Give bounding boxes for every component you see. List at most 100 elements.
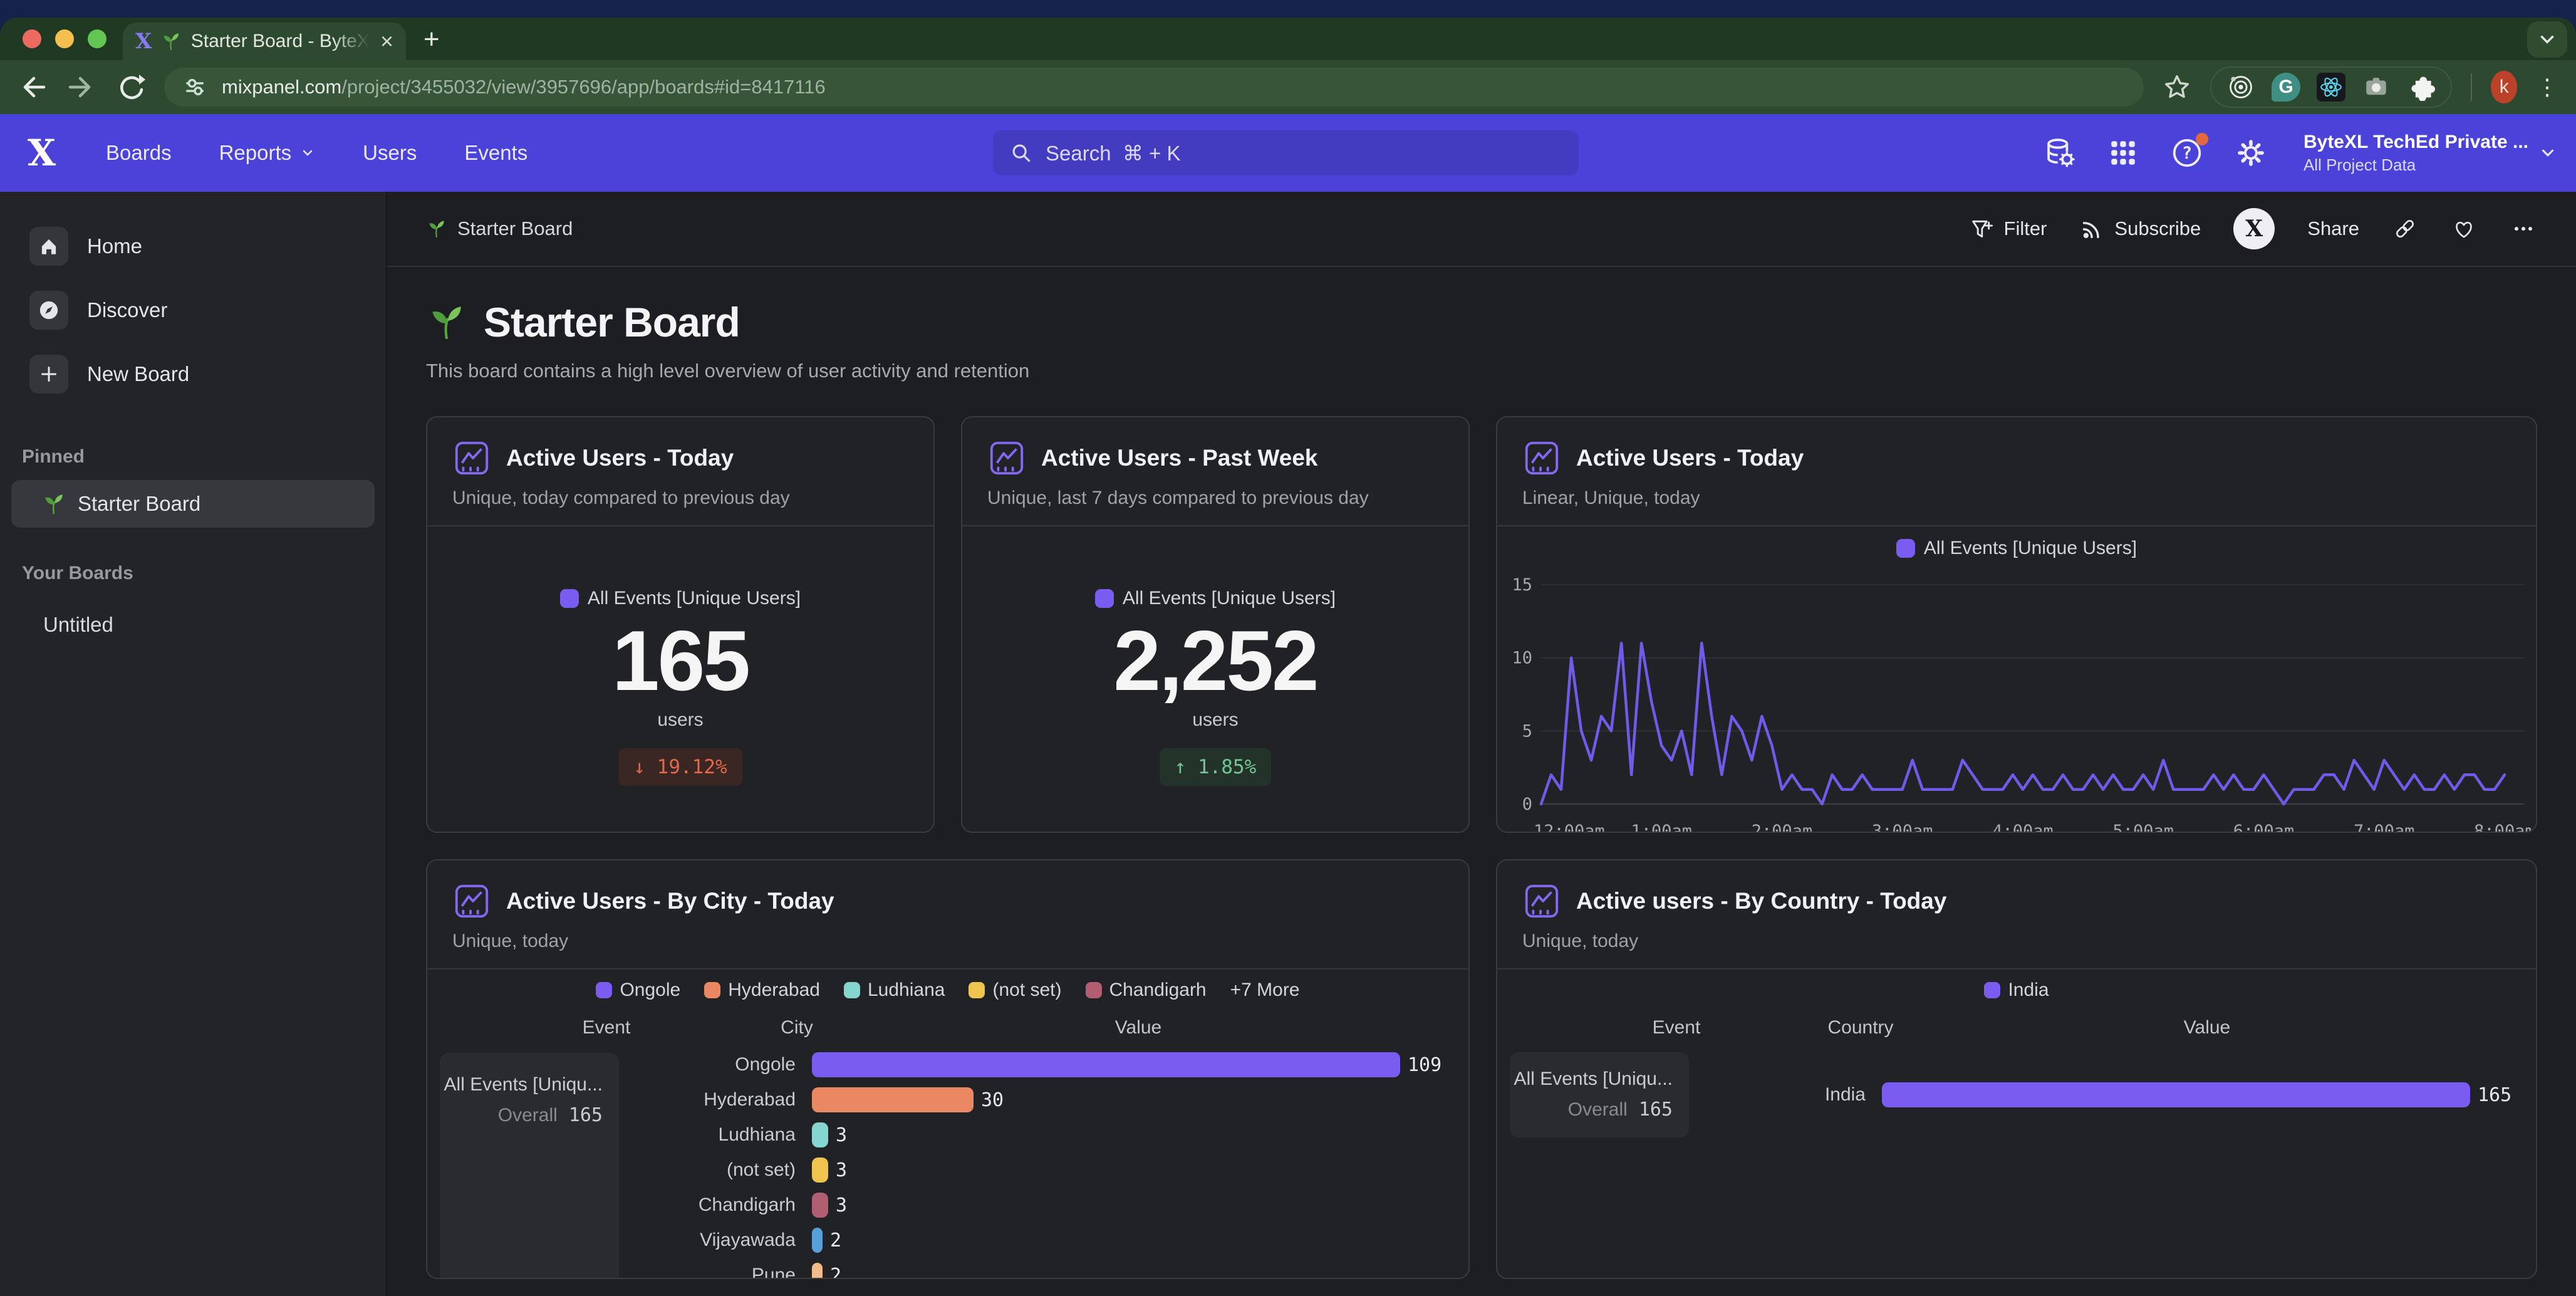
bar-value: 2 [830,1230,841,1252]
breadcrumb[interactable]: Starter Board [426,217,573,240]
back-button[interactable] [18,71,48,103]
bar-row[interactable]: Hyderabad30 [427,1082,1456,1117]
sidebar-item-new-board[interactable]: New Board [0,347,386,401]
bar-row[interactable]: Ludhiana3 [427,1117,1456,1152]
legend-label: All Events [Unique Users] [1924,538,2137,559]
bar-chart-body: India Event Country Value All Events [Un… [1497,980,2536,1279]
bar[interactable] [812,1263,823,1279]
mixpanel-favicon: X [135,29,152,54]
legend-item[interactable]: Ludhiana [844,980,945,1001]
bar-category-label: Ongole [427,1054,812,1075]
card-title: Active Users - Past Week [1041,445,1318,471]
close-window-button[interactable] [23,29,41,48]
bar[interactable] [812,1228,823,1253]
bar-row[interactable]: Ongole109 [427,1047,1456,1082]
bar-category-label: Chandigarh [427,1194,812,1216]
sidebar-item-starter-board[interactable]: Starter Board [11,480,375,528]
bar-category-label: Vijayawada [427,1230,812,1251]
rss-icon [2079,216,2104,241]
nav-users[interactable]: Users [363,141,417,165]
bar-rows: Ongole109Hyderabad30Ludhiana3(not set)3C… [427,1047,1456,1279]
share-button[interactable]: Share [2307,217,2359,240]
bar-rows: India165 [1497,1077,2523,1112]
bar-row[interactable]: India165 [1497,1077,2523,1112]
react-devtools-extension-icon[interactable] [2317,73,2345,102]
metric-unit: users [657,709,703,731]
tab-search-button[interactable] [2527,21,2567,58]
bar-value: 165 [2478,1084,2511,1106]
url-text: mixpanel.com/project/3455032/view/395769… [222,76,826,98]
address-bar[interactable]: mixpanel.com/project/3455032/view/395769… [164,68,2144,107]
board-owner-avatar[interactable]: X [2233,208,2275,249]
apps-grid-icon[interactable] [2106,135,2141,170]
metric-body[interactable]: All Events [Unique Users] 165 users ↓ 19… [427,526,933,833]
legend-item[interactable]: Chandigarh [1086,980,1207,1001]
sidebar-item-untitled[interactable]: Untitled [0,597,386,637]
screenshot-extension-icon[interactable] [2362,73,2391,102]
nav-reports[interactable]: Reports [219,141,316,165]
orbit-extension-icon[interactable] [2226,73,2255,102]
legend-label: Chandigarh [1109,980,1207,1001]
legend-label: All Events [Unique Users] [588,588,801,609]
bar[interactable] [812,1052,1400,1077]
metric-body[interactable]: All Events [Unique Users] 2,252 users ↑ … [962,526,1468,833]
bar-row[interactable]: Pune2 [427,1258,1456,1279]
copy-link-button[interactable] [2392,216,2418,242]
project-switcher[interactable]: ByteXL TechEd Private ... All Project Da… [2297,132,2557,175]
bar-row[interactable]: (not set)3 [427,1152,1456,1188]
bar-row[interactable]: Chandigarh3 [427,1188,1456,1223]
minimize-window-button[interactable] [55,29,74,48]
tab-close-icon[interactable]: × [380,30,393,53]
column-header-event: Event [583,1017,631,1038]
extensions-group: G [2210,66,2452,108]
reload-button[interactable] [115,71,145,103]
settings-gear-icon[interactable] [2233,135,2268,170]
filter-button[interactable]: Filter [1969,216,2047,241]
forward-button[interactable] [66,71,96,103]
bar[interactable] [812,1193,828,1218]
sidebar-item-home[interactable]: Home [0,219,386,273]
subscribe-button[interactable]: Subscribe [2079,216,2201,241]
bar[interactable] [812,1122,828,1147]
new-tab-button[interactable]: + [423,24,440,55]
bar-value: 3 [836,1159,847,1181]
more-options-icon[interactable] [2510,215,2537,243]
favorite-heart-icon[interactable] [2451,216,2477,242]
legend-label: Hyderabad [728,980,820,1001]
card-active-users-by-city: Active Users - By City - Today Unique, t… [426,859,1470,1279]
data-management-icon[interactable] [2042,135,2077,170]
line-chart[interactable]: 05101512:00am1:00am2:00am3:00am4:00am5:0… [1497,563,2531,833]
home-icon [29,227,68,266]
site-settings-icon[interactable] [182,74,208,100]
maximize-window-button[interactable] [88,29,106,48]
help-icon[interactable]: ? [2169,135,2205,170]
legend-swatch [1086,982,1102,998]
mixpanel-logo[interactable]: X [28,132,56,174]
nav-events[interactable]: Events [464,141,527,165]
browser-profile-avatar[interactable]: k [2491,71,2517,103]
legend-item[interactable]: Ongole [596,980,680,1001]
bookmark-star-icon[interactable] [2163,71,2191,103]
bar-value: 3 [836,1124,847,1146]
legend-item[interactable]: India [1984,980,2049,1001]
bar-row[interactable]: Vijayawada 2 [427,1223,1456,1258]
bar[interactable] [812,1158,828,1183]
bar[interactable] [1882,1082,2470,1107]
browser-tab[interactable]: X Starter Board - ByteXL Tec × [123,23,406,60]
line-chart-body[interactable]: All Events [Unique Users] 05101512:00am1… [1497,538,2536,833]
grammarly-extension-icon[interactable]: G [2272,73,2300,102]
compass-icon [29,291,68,330]
browser-menu-icon[interactable]: ⋮ [2536,82,2558,92]
legend-more[interactable]: +7 More [1230,980,1300,1001]
board-description: This board contains a high level overvie… [426,360,2537,382]
bar[interactable] [812,1087,974,1112]
search-input[interactable]: Search ⌘ + K [993,130,1579,175]
legend-item[interactable]: (not set) [969,980,1061,1001]
nav-boards[interactable]: Boards [106,141,172,165]
line-series[interactable] [1541,643,2505,804]
legend-label: (not set) [992,980,1061,1001]
extensions-puzzle-icon[interactable] [2407,73,2436,102]
seedling-icon [41,491,66,516]
legend-item[interactable]: Hyderabad [704,980,820,1001]
sidebar-item-discover[interactable]: Discover [0,283,386,337]
